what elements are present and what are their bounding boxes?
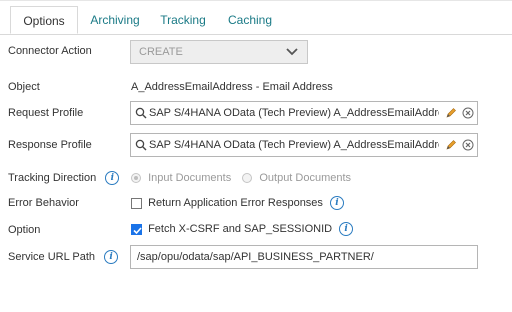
object-value: A_AddressEmailAddress - Email Address: [131, 81, 333, 93]
tab-caching[interactable]: Caching: [224, 6, 276, 34]
service-url-path-label: Service URL Path: [8, 250, 96, 263]
service-url-path-input[interactable]: /sap/opu/odata/sap/API_BUSINESS_PARTNER/: [130, 245, 478, 269]
input-documents-label: Input Documents: [148, 172, 232, 185]
option-options: Fetch X-CSRF and SAP_SESSIONID i: [131, 222, 354, 236]
tracking-direction-options: Input Documents Output Documents: [131, 172, 351, 184]
connector-action-label: Connector Action: [8, 45, 92, 57]
output-documents-label: Output Documents: [259, 172, 352, 185]
info-icon[interactable]: i: [104, 250, 119, 264]
service-url-path-value: /sap/opu/odata/sap/API_BUSINESS_PARTNER/: [137, 251, 374, 263]
return-errors-checkbox[interactable]: [131, 197, 142, 209]
top-divider: [0, 0, 512, 1]
response-profile-field[interactable]: SAP S/4HANA OData (Tech Preview) A_Addre…: [130, 133, 478, 157]
pencil-icon[interactable]: [445, 139, 457, 151]
info-icon[interactable]: i: [339, 222, 354, 236]
fetch-csrf-checkbox[interactable]: [131, 223, 142, 235]
connector-action-select[interactable]: CREATE: [130, 40, 308, 64]
checkmark-icon: [133, 226, 142, 234]
pencil-icon[interactable]: [445, 107, 457, 119]
service-url-path-row: Service URL Path i: [8, 250, 119, 264]
clear-icon[interactable]: [462, 107, 474, 119]
object-label: Object: [8, 81, 40, 93]
request-profile-value: SAP S/4HANA OData (Tech Preview) A_Addre…: [149, 107, 439, 119]
tracking-direction-row: Tracking Direction i: [8, 171, 120, 185]
info-icon[interactable]: i: [105, 171, 120, 185]
clear-icon[interactable]: [462, 139, 474, 151]
request-profile-field[interactable]: SAP S/4HANA OData (Tech Preview) A_Addre…: [130, 101, 478, 125]
error-behavior-options: Return Application Error Responses i: [131, 196, 344, 210]
fetch-csrf-label: Fetch X-CSRF and SAP_SESSIONID: [148, 223, 333, 235]
option-label: Option: [8, 224, 41, 236]
info-icon[interactable]: i: [330, 196, 344, 210]
tracking-direction-label: Tracking Direction: [8, 171, 97, 184]
error-behavior-label: Error Behavior: [8, 197, 79, 209]
output-documents-radio[interactable]: [242, 173, 253, 184]
tab-bar: Options Archiving Tracking Caching: [0, 6, 512, 35]
connector-action-value: CREATE: [139, 46, 183, 58]
magnifier-icon[interactable]: [135, 107, 147, 119]
request-profile-label: Request Profile: [8, 107, 84, 119]
response-profile-value: SAP S/4HANA OData (Tech Preview) A_Addre…: [149, 139, 439, 151]
magnifier-icon[interactable]: [135, 139, 147, 151]
tab-tracking[interactable]: Tracking: [156, 6, 210, 34]
chevron-down-icon: [286, 48, 298, 56]
response-profile-label: Response Profile: [8, 139, 92, 151]
input-documents-radio[interactable]: [131, 173, 141, 184]
tab-options[interactable]: Options: [10, 6, 78, 34]
return-errors-label: Return Application Error Responses: [148, 197, 323, 209]
tab-archiving[interactable]: Archiving: [84, 6, 146, 34]
